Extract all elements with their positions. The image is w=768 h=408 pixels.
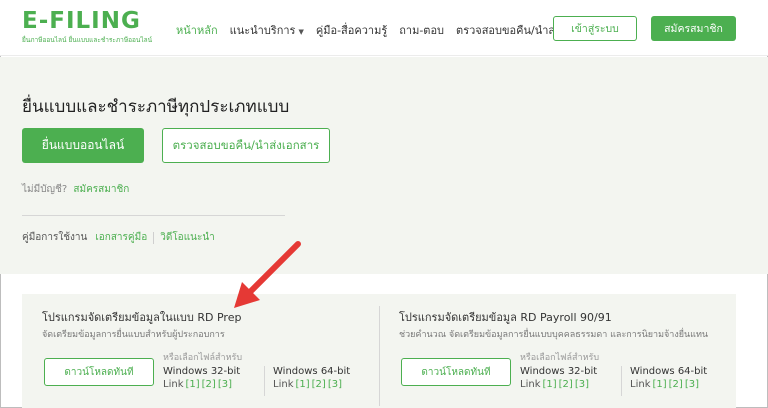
link-2[interactable]: [2] (202, 379, 216, 390)
link-3[interactable]: [3] (218, 379, 232, 390)
link-prefix: Link (163, 379, 184, 390)
os-label: Windows 32-bit (520, 366, 598, 377)
link-2[interactable]: [2] (559, 379, 573, 390)
os-label: Windows 32-bit (163, 366, 241, 377)
windows-32-links: Windows 32-bit Link [1] [2] [3] (163, 366, 240, 390)
link-prefix: Link (630, 379, 651, 390)
link-2[interactable]: [2] (312, 379, 326, 390)
link-2[interactable]: [2] (669, 379, 683, 390)
program-desc: จัดเตรียมข้อมูลการยื่นแบบสำหรับผู้ประกอบ… (42, 330, 225, 340)
chevron-down-icon: ▼ (298, 28, 304, 36)
download-button[interactable]: ดาวน์โหลดทันที (401, 358, 511, 386)
program-rd-prep: โปรแกรมจัดเตรียมข้อมูลในแบบ RD Prep จัดเ… (22, 294, 379, 408)
link-1[interactable]: [1] (185, 379, 199, 390)
link-group: Link [1] [2] [3] (630, 379, 707, 390)
link-3[interactable]: [3] (685, 379, 699, 390)
link-1[interactable]: [1] (652, 379, 666, 390)
download-button[interactable]: ดาวน์โหลดทันที (44, 358, 154, 386)
link-group: Link [1] [2] [3] (520, 379, 597, 390)
file-online-button[interactable]: ยื่นแบบออนไลน์ (22, 128, 144, 163)
program-title: โปรแกรมจัดเตรียมข้อมูลในแบบ RD Prep (42, 311, 242, 324)
site-header: E-FILING ยื่นภาษีออนไลน์ ยื่นแบบและชำระภ… (0, 0, 768, 56)
program-desc: ช่วยคำนวณ จัดเตรียมข้อมูลการยื่นแบบบุคคล… (399, 330, 709, 340)
link-group: Link [1] [2] [3] (163, 379, 240, 390)
hero-title: ยื่นแบบและชำระภาษีทุกประเภทแบบ (22, 97, 290, 117)
nav-faq[interactable]: ถาม-ตอบ (393, 21, 450, 39)
register-button[interactable]: สมัครสมาชิก (651, 16, 736, 41)
no-account-line: ไม่มีบัญชี? สมัครสมาชิก (22, 182, 129, 197)
manual-line: คู่มือการใช้งาน เอกสารคู่มือ วิดีโอแนะนำ (22, 230, 215, 245)
hero-section: ยื่นแบบและชำระภาษีทุกประเภทแบบ ยื่นแบบออ… (0, 57, 768, 274)
manual-doc-link[interactable]: เอกสารคู่มือ (95, 230, 147, 245)
windows-64-links: Windows 64-bit Link [1] [2] [3] (621, 366, 707, 396)
program-rd-payroll: โปรแกรมจัดเตรียมข้อมูล RD Payroll 90/91 … (379, 294, 736, 408)
divider (22, 215, 285, 216)
link-1[interactable]: [1] (542, 379, 556, 390)
separator (153, 231, 155, 244)
register-link[interactable]: สมัครสมาชิก (73, 184, 129, 195)
link-1[interactable]: [1] (295, 379, 309, 390)
nav-home[interactable]: หน้าหลัก (170, 21, 224, 39)
nav-services-label: แนะนำบริการ (229, 24, 296, 37)
os-label: Windows 64-bit (273, 366, 351, 377)
link-prefix: Link (273, 379, 294, 390)
choose-file-text: หรือเลือกไฟล์สำหรับ (163, 353, 243, 363)
link-3[interactable]: [3] (575, 379, 589, 390)
no-account-text: ไม่มีบัญชี? (22, 184, 68, 195)
link-prefix: Link (520, 379, 541, 390)
link-3[interactable]: [3] (328, 379, 342, 390)
efiling-logo[interactable]: E-FILING ยื่นภาษีออนไลน์ ยื่นแบบและชำระภ… (22, 8, 152, 45)
login-button[interactable]: เข้าสู่ระบบ (553, 16, 637, 41)
nav-services[interactable]: แนะนำบริการ ▼ (224, 21, 310, 39)
windows-64-links: Windows 64-bit Link [1] [2] [3] (264, 366, 350, 396)
choose-file-text: หรือเลือกไฟล์สำหรับ (520, 353, 600, 363)
annotation-arrow-icon (234, 241, 301, 308)
check-refund-button[interactable]: ตรวจสอบขอคืน/นำส่งเอกสาร (162, 128, 330, 163)
programs-box: โปรแกรมจัดเตรียมข้อมูลในแบบ RD Prep จัดเ… (22, 294, 736, 408)
manual-text: คู่มือการใช้งาน (22, 232, 88, 243)
main-nav: หน้าหลัก แนะนำบริการ ▼ คู่มือ-สื่อความรู้… (170, 21, 602, 39)
logo-subtitle: ยื่นภาษีออนไลน์ ยื่นแบบและชำระภาษีออนไลน… (22, 36, 153, 44)
logo-text: E-FILING (22, 8, 141, 34)
windows-32-links: Windows 32-bit Link [1] [2] [3] (520, 366, 597, 390)
os-label: Windows 64-bit (630, 366, 708, 377)
program-title: โปรแกรมจัดเตรียมข้อมูล RD Payroll 90/91 (399, 311, 612, 324)
nav-manual[interactable]: คู่มือ-สื่อความรู้ (310, 21, 393, 39)
manual-video-link[interactable]: วิดีโอแนะนำ (160, 230, 215, 245)
link-group: Link [1] [2] [3] (273, 379, 350, 390)
